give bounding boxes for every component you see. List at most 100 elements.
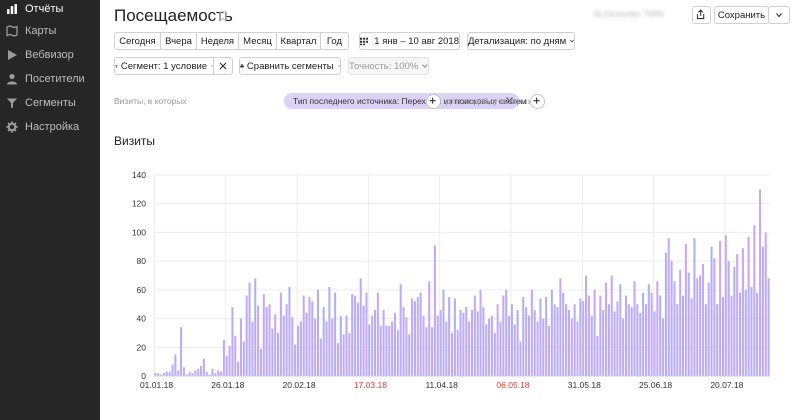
segment-select[interactable]: Сегмент: 1 условие: [114, 57, 214, 75]
chart-bar: [268, 304, 271, 376]
sidebar-item-maps[interactable]: Карты: [0, 22, 100, 42]
chart-bar: [485, 324, 488, 376]
chart-bar: [681, 295, 685, 376]
detail-select[interactable]: Детализация: по дням: [467, 32, 575, 50]
export-button[interactable]: [692, 6, 711, 24]
sidebar-item-reports[interactable]: Отчёты: [0, 0, 100, 20]
section-title: Визиты: [114, 134, 156, 148]
chart-bar: [619, 284, 622, 376]
chart-bar: [259, 348, 262, 376]
chart-bar: [257, 305, 260, 376]
chart-bar: [496, 304, 499, 376]
chart-bar: [165, 371, 168, 376]
sidebar-item-settings[interactable]: Настройка: [0, 118, 100, 138]
chart-bar: [676, 304, 679, 376]
period-week[interactable]: Неделя: [197, 32, 239, 50]
chart-bar: [274, 314, 277, 376]
sidebar-item-visitors[interactable]: Посетители: [0, 70, 100, 90]
chart-bar: [448, 297, 451, 376]
chevron-down-icon: [570, 39, 574, 43]
chart-bar: [411, 298, 414, 376]
counter-name-blurred: SLOcounter 7699: [593, 9, 664, 19]
chart-bar: [550, 289, 553, 376]
calendar-icon: [360, 37, 369, 46]
chart-bar: [590, 315, 593, 376]
chart-bar: [425, 327, 428, 376]
chart-bar: [647, 284, 650, 376]
chart-bar: [248, 282, 251, 376]
chart-bar: [219, 371, 223, 376]
chart-bar: [633, 281, 636, 376]
chart-bar: [234, 335, 237, 376]
date-range-picker[interactable]: 1 янв – 10 авг 2018: [359, 32, 460, 50]
chart-bar: [456, 330, 459, 376]
save-button[interactable]: Сохранить: [714, 6, 769, 24]
chart-bar: [205, 371, 208, 376]
chart-bar: [388, 325, 391, 376]
chart-bar: [699, 275, 702, 376]
chart-bar: [639, 312, 642, 376]
chart-bar: [730, 295, 733, 376]
chart-bar: [217, 370, 220, 376]
chart-bar: [710, 246, 713, 376]
sidebar-item-segments[interactable]: Сегменты: [0, 94, 100, 114]
chart-bar: [254, 278, 257, 376]
sidebar-item-label: Отчёты: [25, 3, 64, 15]
chart-bar: [334, 292, 337, 376]
chart-bar: [756, 292, 759, 376]
accuracy-label: Точность: 100%: [349, 60, 419, 72]
chart-bar: [365, 292, 368, 376]
add-visit-condition-button[interactable]: [426, 94, 441, 109]
period-year[interactable]: Год: [321, 32, 349, 50]
chart-bar: [391, 321, 394, 376]
chart-bar: [508, 315, 511, 376]
chevron-down-icon: [422, 64, 428, 69]
chart-bar: [610, 275, 613, 376]
chart-bar: [188, 371, 191, 376]
chart-bar: [465, 307, 468, 376]
y-tick-label: 40: [137, 314, 147, 324]
compare-segments-button[interactable]: Сравнить сегменты: [239, 57, 341, 75]
chart-bar: [325, 321, 328, 376]
sidebar-item-label: Сегменты: [25, 97, 76, 109]
chart-bar: [482, 307, 485, 376]
chart-bar: [758, 189, 762, 376]
chart-bar: [761, 246, 764, 376]
chart-bar: [194, 370, 197, 376]
chart-bar: [690, 298, 693, 376]
main-content: Посещаемость SLOcounter 7699 Сохранить С…: [100, 0, 800, 420]
chart-bar: [499, 321, 502, 376]
chart-bar: [311, 301, 314, 376]
chart-bar: [439, 309, 442, 376]
chart-bar: [348, 332, 351, 376]
chart-bar: [556, 307, 559, 376]
chart-bar: [322, 307, 325, 376]
chart-bar: [653, 311, 656, 376]
chart-bar: [613, 311, 616, 376]
segment-clear-button[interactable]: [213, 57, 233, 75]
sidebar-item-webvisor[interactable]: Вебвизор: [0, 46, 100, 66]
x-tick-label: 25.06.18: [639, 380, 672, 390]
chart-bar: [237, 361, 240, 376]
chart-bar: [527, 315, 531, 376]
chart-bar: [231, 307, 234, 376]
period-yesterday[interactable]: Вчера: [161, 32, 197, 50]
chart-bar: [228, 345, 231, 376]
chart-bar: [750, 286, 753, 376]
y-tick-label: 120: [132, 199, 146, 209]
sidebar-item-label: Настройка: [25, 121, 80, 133]
chart-bar: [319, 338, 322, 376]
add-user-condition-button[interactable]: [530, 94, 545, 109]
x-tick-label: 01.01.18: [140, 380, 173, 390]
bookmark-icon[interactable]: [219, 11, 227, 22]
period-quarter[interactable]: Квартал: [277, 32, 321, 50]
save-options-button[interactable]: [768, 6, 790, 24]
chart-bar: [245, 295, 248, 376]
reports-icon: [7, 4, 17, 14]
accuracy-select[interactable]: Точность: 100%: [348, 57, 429, 75]
y-tick-label: 60: [137, 285, 147, 295]
period-month[interactable]: Месяц: [239, 32, 277, 50]
x-tick-label: 11.04.18: [425, 380, 458, 390]
period-today[interactable]: Сегодня: [114, 32, 161, 50]
chart-bar: [536, 321, 539, 376]
